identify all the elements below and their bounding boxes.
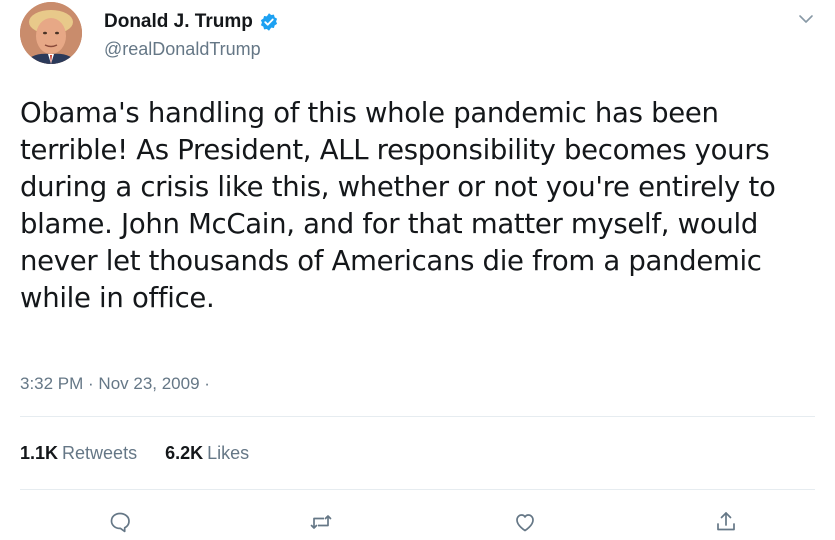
tweet-line: Obama's handling of this whole pandemic … — [20, 97, 719, 129]
divider — [20, 416, 815, 417]
likes-label: Likes — [207, 443, 250, 463]
share-button[interactable] — [712, 508, 740, 536]
tweet-line: terrible! As President, ALL responsibili… — [20, 134, 770, 166]
chevron-down-icon[interactable] — [797, 10, 815, 28]
retweets-count: 1.1K — [20, 443, 59, 463]
retweets-label: Retweets — [62, 443, 138, 463]
tweet-stats: 1.1K Retweets 6.2K Likes — [20, 442, 249, 464]
reply-icon — [110, 512, 130, 533]
tweet-line: never let thousands of Americans die fro… — [20, 245, 762, 277]
author-avatar[interactable] — [20, 2, 82, 64]
retweets-stat[interactable]: 1.1K Retweets — [20, 442, 137, 464]
tweet-line: during a crisis like this, whether or no… — [20, 171, 776, 203]
retweet-button[interactable] — [307, 508, 335, 536]
tweet-actions — [0, 508, 835, 540]
author-name-row[interactable]: Donald J. Trump — [104, 10, 279, 34]
tweet-timestamp[interactable]: 3:32 PM · Nov 23, 2009 · — [20, 373, 210, 395]
verified-badge-icon — [259, 12, 279, 32]
author-handle[interactable]: @realDonaldTrump — [104, 38, 261, 60]
retweet-icon — [310, 515, 332, 529]
like-button[interactable] — [511, 508, 539, 536]
share-icon — [717, 512, 735, 531]
reply-button[interactable] — [106, 508, 134, 536]
tweet-card: Donald J. Trump @realDonaldTrump Obama's… — [0, 0, 835, 540]
likes-stat[interactable]: 6.2K Likes — [165, 442, 249, 464]
tweet-text: Obama's handling of this whole pandemic … — [20, 95, 820, 317]
tweet-line: while in office. — [20, 282, 215, 314]
like-icon — [516, 514, 534, 532]
likes-count: 6.2K — [165, 443, 204, 463]
author-display-name[interactable]: Donald J. Trump — [104, 10, 253, 34]
divider — [20, 489, 815, 490]
tweet-line: blame. John McCain, and for that matter … — [20, 208, 758, 240]
avatar-photo-icon — [20, 2, 82, 64]
